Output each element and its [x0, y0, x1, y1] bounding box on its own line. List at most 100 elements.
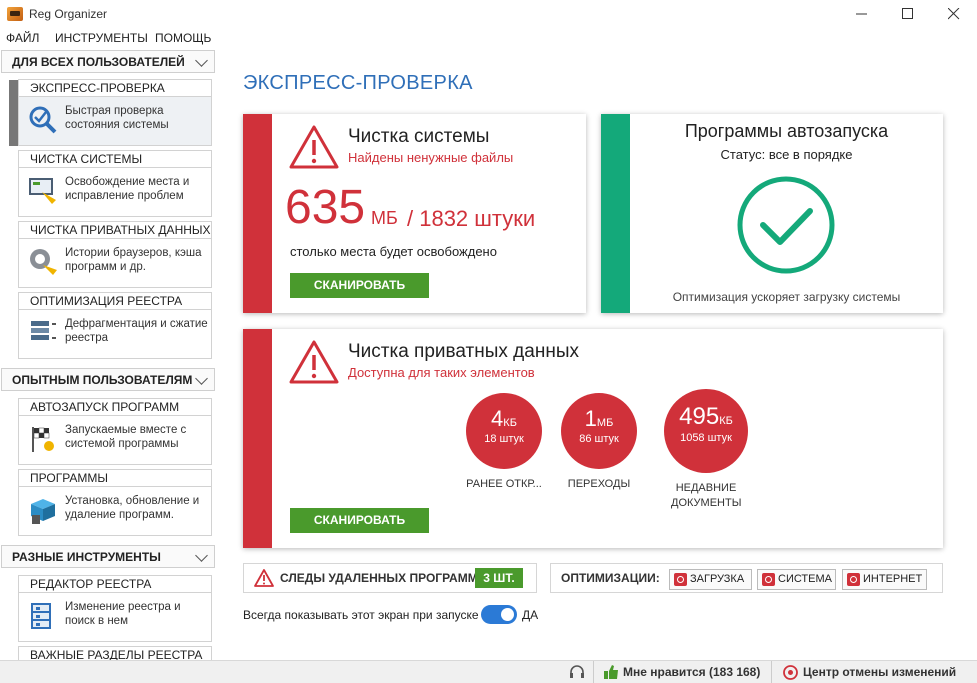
ok-check-icon — [737, 176, 835, 274]
maximize-icon — [902, 8, 913, 19]
optimize-system-button[interactable]: СИСТЕМА — [757, 569, 836, 590]
warning-icon — [289, 340, 339, 384]
sidebar-item-desc: Освобождение места и исправление проблем — [65, 176, 190, 202]
show-on-start-toggle[interactable] — [481, 605, 517, 624]
section-label: ОПЫТНЫМ ПОЛЬЗОВАТЕЛЯМ — [12, 373, 193, 387]
sidebar-item-title: ПРОГРАММЫ — [19, 470, 211, 487]
sidebar-section-misc-tools[interactable]: РАЗНЫЕ ИНСТРУМЕНТЫ — [1, 545, 215, 568]
private-item-recent-docs[interactable]: 495КБ 1058 штук — [664, 389, 748, 473]
thumbs-up-icon — [604, 665, 618, 679]
sidebar: ДЛЯ ВСЕХ ПОЛЬЗОВАТЕЛЕЙ ЭКСПРЕСС-ПРОВЕРКА… — [0, 48, 218, 660]
minimize-icon — [856, 13, 867, 15]
autostart-panel: Программы автозапуска Статус: все в поря… — [601, 114, 943, 313]
window-title: Reg Organizer — [29, 7, 108, 21]
sidebar-item-title: ВАЖНЫЕ РАЗДЕЛЫ РЕЕСТРА — [19, 647, 211, 660]
private-item-count: 1058 штук — [680, 432, 732, 444]
undo-center-button[interactable]: Центр отмены изменений — [803, 665, 956, 679]
sidebar-item-desc: Запускаемые вместе с системой программы — [65, 424, 187, 450]
private-item-value: 495 — [679, 403, 720, 430]
toggle-knob — [501, 608, 514, 621]
sidebar-item-title: ЧИСТКА ПРИВАТНЫХ ДАННЫХ — [19, 222, 211, 239]
traces-label: СЛЕДЫ УДАЛЕННЫХ ПРОГРАММ — [280, 571, 478, 585]
chevron-down-icon — [195, 372, 208, 385]
sidebar-item-private-clean[interactable]: ЧИСТКА ПРИВАТНЫХ ДАННЫХ Истории браузеро… — [18, 221, 212, 288]
section-label: ДЛЯ ВСЕХ ПОЛЬЗОВАТЕЛЕЙ — [12, 55, 185, 69]
close-button[interactable] — [931, 0, 977, 28]
scan-system-button[interactable]: СКАНИРОВАТЬ — [290, 273, 429, 298]
traces-box[interactable]: СЛЕДЫ УДАЛЕННЫХ ПРОГРАММ 3 ШТ. — [243, 563, 537, 593]
system-clean-size: 635 — [285, 181, 366, 234]
sidebar-item-desc: Дефрагментация и сжатие реестра — [65, 318, 208, 344]
sidebar-item-registry-editor[interactable]: РЕДАКТОР РЕЕСТРА Изменение реестра и пои… — [18, 575, 212, 642]
sidebar-item-title: АВТОЗАПУСК ПРОГРАММ — [19, 399, 211, 416]
maximize-button[interactable] — [885, 0, 931, 28]
close-icon — [947, 7, 960, 20]
registry-editor-icon — [31, 603, 51, 629]
power-icon — [762, 573, 775, 586]
optimize-boot-button[interactable]: ЗАГРУЗКА — [669, 569, 752, 590]
warning-icon — [289, 125, 339, 169]
menu-bar: ФАЙЛ ИНСТРУМЕНТЫ ПОМОЩЬ — [0, 28, 977, 48]
chevron-down-icon — [195, 549, 208, 562]
private-clean-subtitle: Доступна для таких элементов — [348, 365, 535, 380]
app-window: Reg Organizer ФАЙЛ ИНСТРУМЕНТЫ ПОМОЩЬ ДЛ… — [0, 0, 977, 683]
page-title: ЭКСПРЕСС-ПРОВЕРКА — [243, 72, 473, 94]
sidebar-item-desc: Установка, обновление и удаление програм… — [65, 495, 200, 521]
headset-icon[interactable] — [568, 664, 586, 681]
system-clean-title: Чистка системы — [348, 126, 490, 147]
optimize-system-label: СИСТЕМА — [778, 573, 832, 585]
private-item-value: 1 — [584, 406, 597, 431]
panel-stripe — [243, 329, 272, 548]
system-clean-panel: Чистка системы Найдены ненужные файлы 63… — [243, 114, 586, 313]
panel-stripe — [601, 114, 630, 313]
power-icon — [847, 573, 860, 586]
autostart-note: Оптимизация ускоряет загрузку системы — [672, 290, 901, 304]
private-clean-panel: Чистка приватных данных Доступна для так… — [243, 329, 943, 548]
broom-screen-icon — [29, 178, 56, 204]
autostart-title: Программы автозапуска — [684, 121, 889, 141]
system-clean-note: столько места будет освобождено — [290, 244, 497, 259]
system-clean-size-unit: МБ — [371, 208, 398, 228]
registry-optimize-icon — [31, 321, 56, 340]
private-item-recent-opened[interactable]: 4КБ 18 штук — [466, 393, 542, 469]
warning-icon — [254, 569, 274, 587]
minimize-button[interactable] — [839, 0, 885, 28]
optimize-internet-button[interactable]: ИНТЕРНЕТ — [842, 569, 927, 590]
sidebar-item-important-registry[interactable]: ВАЖНЫЕ РАЗДЕЛЫ РЕЕСТРА — [18, 646, 212, 660]
private-item-label: НЕДАВНИЕ ДОКУМЕНТЫ — [671, 482, 742, 509]
like-button[interactable]: Мне нравится (183 168) — [623, 665, 760, 679]
sidebar-item-title: ЭКСПРЕСС-ПРОВЕРКА — [19, 80, 211, 97]
private-item-unit: МБ — [596, 417, 614, 429]
menu-tools[interactable]: ИНСТРУМЕНТЫ — [55, 31, 148, 45]
menu-help[interactable]: ПОМОЩЬ — [155, 31, 211, 45]
traces-count-badge: 3 ШТ. — [475, 568, 523, 588]
private-item-visits[interactable]: 1МБ 86 штук — [561, 393, 637, 469]
private-item-unit: КБ — [719, 415, 733, 427]
sidebar-section-advanced[interactable]: ОПЫТНЫМ ПОЛЬЗОВАТЕЛЯМ — [1, 368, 215, 391]
private-item-label: РАНЕЕ ОТКР... — [466, 478, 542, 490]
app-logo-icon — [7, 7, 23, 21]
private-item-value: 4 — [491, 406, 504, 431]
show-on-start-label: Всегда показывать этот экран при запуске — [243, 608, 479, 622]
menu-file[interactable]: ФАЙЛ — [6, 31, 39, 45]
sidebar-item-express-check[interactable]: ЭКСПРЕСС-ПРОВЕРКА Быстрая проверка состо… — [18, 79, 212, 146]
optimize-internet-label: ИНТЕРНЕТ — [863, 573, 923, 585]
private-item-unit: КБ — [503, 417, 517, 429]
power-icon — [674, 573, 687, 586]
sidebar-item-system-clean[interactable]: ЧИСТКА СИСТЕМЫ Освобождение места и испр… — [18, 150, 212, 217]
sidebar-item-title: ЧИСТКА СИСТЕМЫ — [19, 151, 211, 168]
sidebar-item-desc: Истории браузеров, кэша программ и др. — [65, 247, 202, 273]
privacy-clean-icon — [30, 249, 57, 275]
show-on-start-value: ДА — [522, 608, 539, 622]
panel-stripe — [243, 114, 272, 313]
sidebar-item-registry-optimize[interactable]: ОПТИМИЗАЦИЯ РЕЕСТРА Дефрагментация и сжа… — [18, 292, 212, 359]
optimize-boot-label: ЗАГРУЗКА — [690, 573, 745, 585]
scan-private-button[interactable]: СКАНИРОВАТЬ — [290, 508, 429, 533]
sidebar-item-programs[interactable]: ПРОГРАММЫ Установка, обновление и удален… — [18, 469, 212, 536]
sidebar-section-all-users[interactable]: ДЛЯ ВСЕХ ПОЛЬЗОВАТЕЛЕЙ — [1, 50, 215, 73]
private-clean-title: Чистка приватных данных — [348, 341, 579, 362]
status-bar: Мне нравится (183 168) Центр отмены изме… — [0, 660, 977, 683]
sidebar-item-desc: Изменение реестра и поиск в нем — [65, 601, 181, 627]
sidebar-item-autostart[interactable]: АВТОЗАПУСК ПРОГРАММ Запускаемые вместе с… — [18, 398, 212, 465]
chevron-down-icon — [195, 54, 208, 67]
